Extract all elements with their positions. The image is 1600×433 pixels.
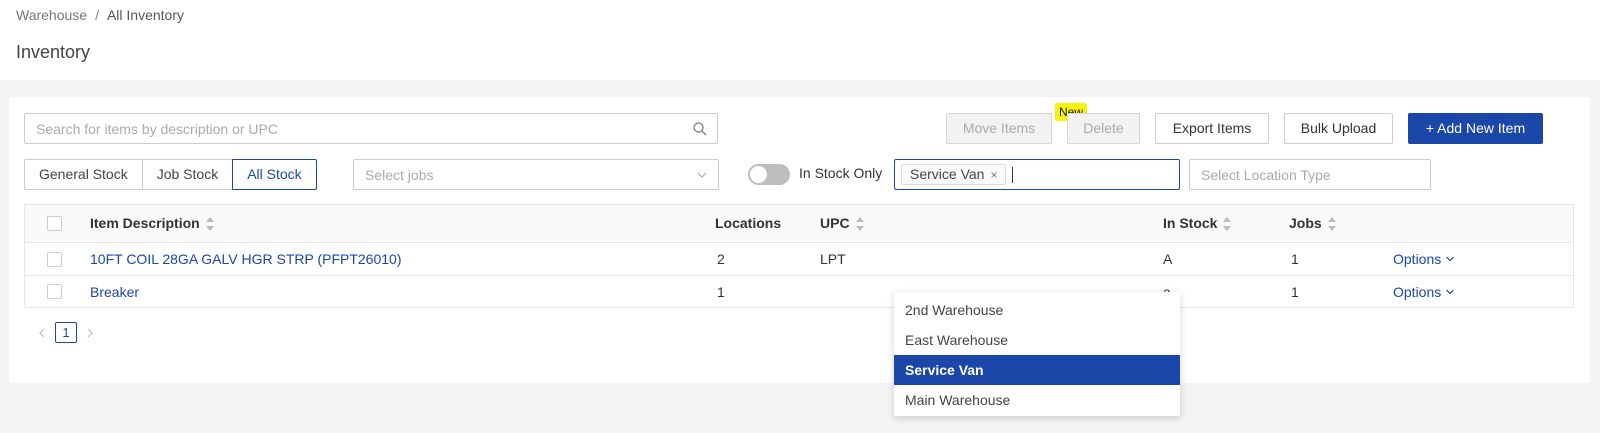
sort-icon[interactable] xyxy=(1223,217,1232,232)
column-label: In Stock xyxy=(1163,215,1218,231)
column-item-description[interactable]: Item Description xyxy=(90,215,214,232)
column-jobs[interactable]: Jobs xyxy=(1289,215,1336,232)
move-items-button[interactable]: Move Items xyxy=(946,113,1052,144)
search-input[interactable]: Search for items by description or UPC xyxy=(24,113,718,144)
sort-icon[interactable] xyxy=(855,217,864,232)
page-number[interactable]: 1 xyxy=(55,322,77,343)
pagination: 1 xyxy=(36,322,96,343)
location-option[interactable]: Main Warehouse xyxy=(894,385,1180,415)
chevron-down-icon xyxy=(697,172,707,178)
item-locations: 1 xyxy=(717,284,725,300)
delete-button[interactable]: Delete xyxy=(1067,113,1140,144)
tab-all-stock[interactable]: All Stock xyxy=(232,159,317,190)
in-stock-label: In Stock Only xyxy=(799,165,883,181)
item-in-stock: A xyxy=(1163,251,1173,267)
item-description-link[interactable]: 10FT COIL 28GA GALV HGR STRP (PFPT26010) xyxy=(90,251,402,267)
export-items-button[interactable]: Export Items xyxy=(1155,113,1269,144)
sort-icon[interactable] xyxy=(1327,217,1336,232)
breadcrumb-separator: / xyxy=(95,7,99,23)
tab-general-stock[interactable]: General Stock xyxy=(24,159,143,190)
search-placeholder: Search for items by description or UPC xyxy=(36,121,278,137)
location-dropdown: 2nd Warehouse East Warehouse Service Van… xyxy=(894,292,1180,416)
page-title: Inventory xyxy=(16,42,91,62)
options-menu[interactable]: Options xyxy=(1393,284,1455,300)
location-tag: Service Van × xyxy=(901,164,1007,185)
column-label: UPC xyxy=(820,215,850,231)
row-checkbox[interactable] xyxy=(47,252,62,267)
breadcrumb: Warehouse / All Inventory xyxy=(16,7,184,23)
table-header-row: Item Description Locations UPC In Stock … xyxy=(25,205,1573,243)
location-select[interactable]: Service Van × xyxy=(894,159,1180,190)
item-description-link[interactable]: Breaker xyxy=(90,284,139,300)
text-cursor xyxy=(1012,167,1013,183)
breadcrumb-root[interactable]: Warehouse xyxy=(16,7,87,23)
chevron-down-icon xyxy=(1446,289,1455,295)
location-option-selected[interactable]: Service Van xyxy=(894,355,1180,385)
row-checkbox[interactable] xyxy=(47,284,62,299)
column-in-stock[interactable]: In Stock xyxy=(1163,215,1232,232)
bulk-upload-button[interactable]: Bulk Upload xyxy=(1284,113,1393,144)
stock-tabs: General Stock Job Stock All Stock xyxy=(24,159,317,190)
remove-tag-icon[interactable]: × xyxy=(990,168,997,182)
jobs-select[interactable]: Select jobs xyxy=(353,159,719,190)
inventory-card: Search for items by description or UPC M… xyxy=(9,97,1590,416)
inventory-table: Item Description Locations UPC In Stock … xyxy=(24,204,1574,308)
item-jobs: 1 xyxy=(1291,251,1299,267)
chevron-down-icon xyxy=(1446,256,1455,262)
column-label: Jobs xyxy=(1289,215,1322,231)
search-icon[interactable] xyxy=(692,121,708,137)
location-option[interactable]: East Warehouse xyxy=(894,325,1180,355)
chevron-left-icon[interactable] xyxy=(36,327,48,339)
sort-icon[interactable] xyxy=(205,217,214,232)
location-type-placeholder: Select Location Type xyxy=(1201,167,1331,183)
select-all-checkbox[interactable] xyxy=(47,216,62,231)
in-stock-toggle[interactable] xyxy=(748,164,790,185)
options-label: Options xyxy=(1393,251,1442,267)
location-option[interactable]: 2nd Warehouse xyxy=(894,295,1180,325)
table-row: Breaker 1 a 1 Options xyxy=(25,276,1573,308)
item-jobs: 1 xyxy=(1291,284,1299,300)
column-label: Item Description xyxy=(90,215,200,231)
location-tag-label: Service Van xyxy=(910,166,985,182)
add-new-item-button[interactable]: + Add New Item xyxy=(1408,113,1543,144)
tab-job-stock[interactable]: Job Stock xyxy=(141,159,234,190)
column-locations: Locations xyxy=(715,215,782,231)
item-locations: 2 xyxy=(717,251,725,267)
options-label: Options xyxy=(1393,284,1442,300)
page-header: Warehouse / All Inventory Inventory xyxy=(0,0,1600,80)
jobs-select-placeholder: Select jobs xyxy=(365,167,434,183)
chevron-right-icon[interactable] xyxy=(84,327,96,339)
column-upc[interactable]: UPC xyxy=(820,215,864,232)
item-upc: LPT xyxy=(820,251,846,267)
breadcrumb-current: All Inventory xyxy=(106,7,185,23)
table-row: 10FT COIL 28GA GALV HGR STRP (PFPT26010)… xyxy=(25,243,1573,276)
options-menu[interactable]: Options xyxy=(1393,251,1455,267)
location-type-select[interactable]: Select Location Type xyxy=(1189,159,1431,190)
